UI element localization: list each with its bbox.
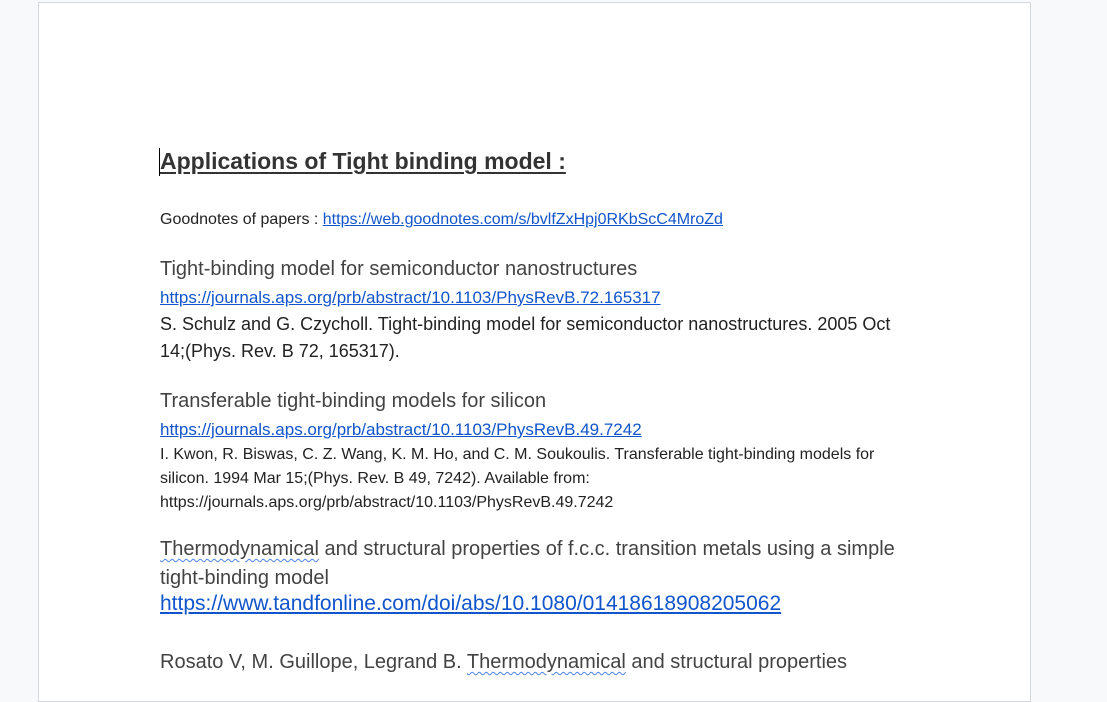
document-page[interactable]: Applications of Tight binding model : Go… [38,2,1031,702]
entry-3-link[interactable]: https://www.tandfonline.com/doi/abs/10.1… [160,592,781,616]
entry-3-heading: Thermodynamical and structural propertie… [160,535,920,593]
entry-1-heading: Tight-binding model for semiconductor na… [160,258,638,280]
spellcheck-word[interactable]: Thermodynamical [160,538,319,560]
entry-2-link[interactable]: https://journals.aps.org/prb/abstract/10… [160,420,642,440]
goodnotes-line: Goodnotes of papers : https://web.goodno… [160,211,723,229]
goodnotes-link[interactable]: https://web.goodnotes.com/s/bvlfZxHpj0RK… [323,211,723,228]
document-title: Applications of Tight binding model : [160,148,566,174]
entry-2-citation: I. Kwon, R. Biswas, C. Z. Wang, K. M. Ho… [160,446,875,511]
spellcheck-word[interactable]: Thermodynamical [467,651,626,673]
entry-1-citation: S. Schulz and G. Czycholl. Tight-binding… [160,314,891,361]
goodnotes-label: Goodnotes of papers : [160,211,323,228]
entry-1-link[interactable]: https://journals.aps.org/prb/abstract/10… [160,288,661,308]
entry-3-citation: Rosato V, M. Guillope, Legrand B. Thermo… [160,651,847,674]
entry-3-citation-start: Rosato V, M. Guillope, Legrand B. [160,651,467,673]
entry-2-heading: Transferable tight-binding models for si… [160,390,547,412]
entry-3-citation-rest: and structural properties [625,651,848,673]
